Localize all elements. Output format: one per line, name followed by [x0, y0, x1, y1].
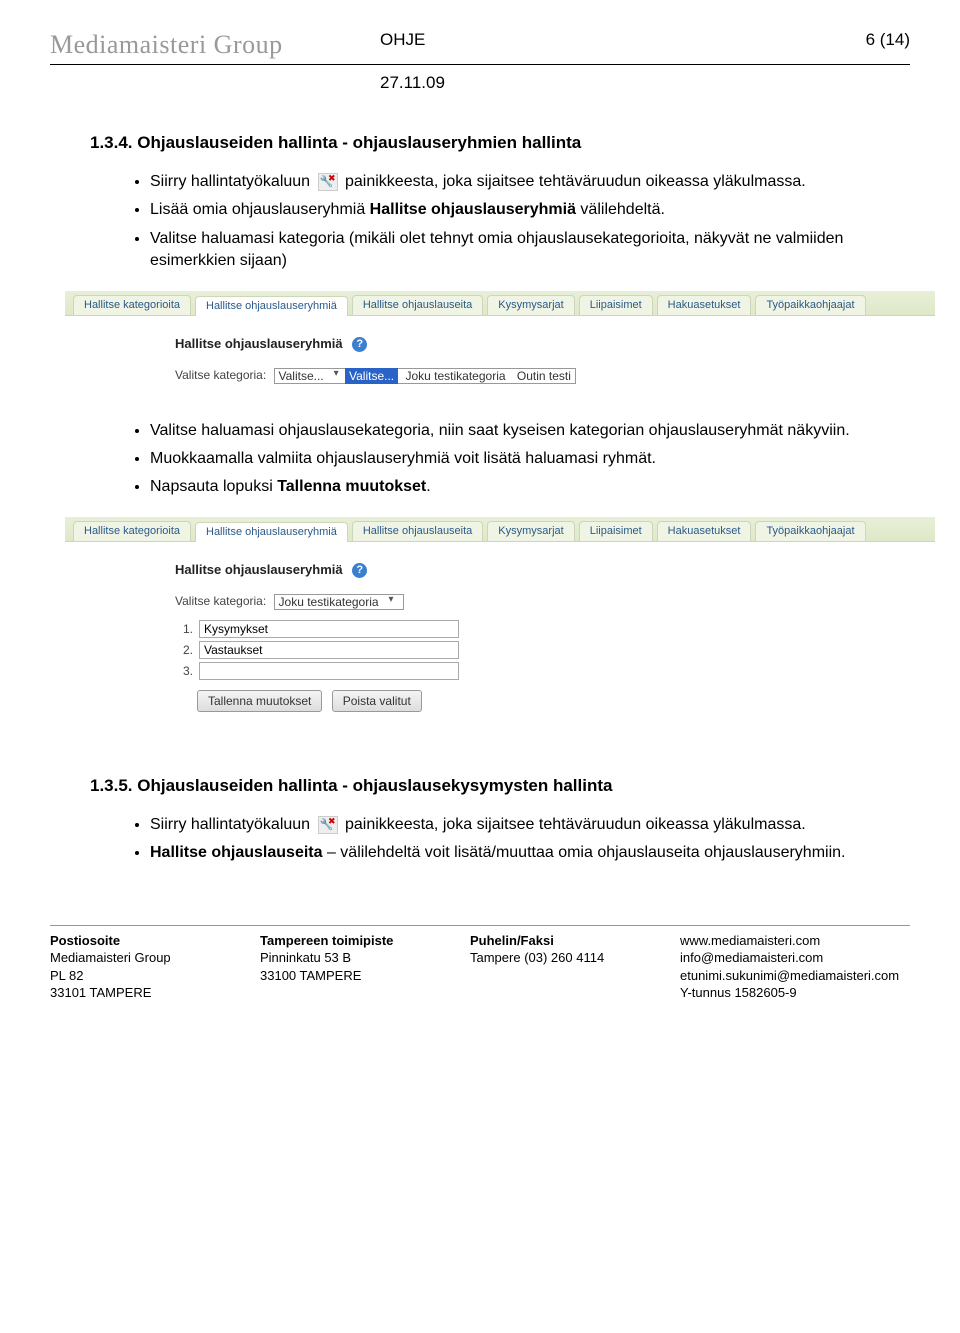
admin-tool-icon: [318, 816, 338, 834]
list-item: 2.: [175, 641, 935, 659]
delete-selected-button[interactable]: Poista valitut: [332, 690, 422, 712]
logo-text: Mediamaisteri Group: [50, 30, 380, 60]
select-option-joku[interactable]: Joku testikategoria: [401, 368, 509, 384]
section-1-3-5-title: 1.3.5. Ohjauslauseiden hallinta - ohjaus…: [90, 776, 910, 796]
tab-triggers[interactable]: Liipaisimet: [579, 295, 653, 315]
section-1-3-4-title: 1.3.4. Ohjauslauseiden hallinta - ohjaus…: [90, 133, 910, 153]
bullet-pick-category: Valitse haluamasi ohjauslausekategoria, …: [150, 420, 870, 442]
tabbar-2: Hallitse kategorioita Hallitse ohjauslau…: [65, 517, 935, 542]
footer-postaddr-2: PL 82: [50, 967, 220, 985]
help-icon[interactable]: ?: [352, 337, 367, 352]
tab-searchsettings[interactable]: Hakuasetukset: [657, 295, 752, 315]
tab-categories[interactable]: Hallitse kategorioita: [73, 295, 191, 315]
list-item: 3.: [175, 662, 935, 680]
bullet-edit-groups: Muokkaamalla valmiita ohjauslauseryhmiä …: [150, 448, 870, 470]
tab-supervisors[interactable]: Työpaikkaohjaajat: [755, 521, 865, 541]
select-option-outin[interactable]: Outin testi: [513, 368, 575, 384]
group-list: 1. 2. 3.: [175, 620, 935, 680]
bullet-goto-admin-2: Siirry hallintatyökaluun painikkeesta, j…: [150, 814, 870, 836]
footer-postaddr-1: Mediamaisteri Group: [50, 949, 220, 967]
select-current-2[interactable]: Joku testikategoria: [275, 594, 397, 610]
tab-questionsets[interactable]: Kysymysarjat: [487, 521, 574, 541]
tab-questionsets[interactable]: Kysymysarjat: [487, 295, 574, 315]
header-divider: [50, 64, 910, 65]
mid-bullets: Valitse haluamasi ohjauslausekategoria, …: [130, 420, 870, 499]
select-option-valitse[interactable]: Valitse...: [345, 368, 398, 384]
footer-info: info@mediamaisteri.com: [680, 949, 920, 967]
save-button[interactable]: Tallenna muutokset: [197, 690, 322, 712]
row-number: 2.: [175, 643, 193, 657]
doc-type: OHJE: [380, 30, 866, 50]
tabbar: Hallitse kategorioita Hallitse ohjauslau…: [65, 291, 935, 316]
tab-triggers[interactable]: Liipaisimet: [579, 521, 653, 541]
category-label: Valitse kategoria:: [175, 368, 266, 382]
footer-phone-1: Tampere (03) 260 4114: [470, 949, 640, 967]
footer-www: www.mediamaisteri.com: [680, 932, 920, 950]
screenshot-1: Hallitse kategorioita Hallitse ohjauslau…: [65, 291, 935, 400]
screenshot-2: Hallitse kategorioita Hallitse ohjauslau…: [65, 517, 935, 726]
bullet-add-groups: Lisää omia ohjauslauseryhmiä Hallitse oh…: [150, 199, 870, 221]
category-label-2: Valitse kategoria:: [175, 594, 266, 608]
section-1-3-5-bullets: Siirry hallintatyökaluun painikkeesta, j…: [130, 814, 870, 865]
group-input-2[interactable]: [199, 641, 459, 659]
admin-tool-icon: [318, 173, 338, 191]
group-input-3[interactable]: [199, 662, 459, 680]
footer-postaddr-h: Postiosoite: [50, 932, 220, 950]
panel-title: Hallitse ohjauslauseryhmiä ?: [175, 336, 935, 352]
category-select[interactable]: Valitse... Valitse... Joku testikategori…: [274, 368, 576, 384]
footer-email: etunimi.sukunimi@mediamaisteri.com: [680, 967, 920, 985]
doc-date: 27.11.09: [380, 73, 910, 93]
footer-office-1: Pinninkatu 53 B: [260, 949, 430, 967]
category-select-2[interactable]: Joku testikategoria: [274, 594, 404, 610]
footer-office-h: Tampereen toimipiste: [260, 932, 430, 950]
tab-groups[interactable]: Hallitse ohjauslauseryhmiä: [195, 296, 348, 316]
group-input-1[interactable]: [199, 620, 459, 638]
tab-supervisors[interactable]: Työpaikkaohjaajat: [755, 295, 865, 315]
help-icon[interactable]: ?: [352, 563, 367, 578]
row-number: 3.: [175, 664, 193, 678]
page-number: 6 (14): [866, 30, 910, 50]
page-header: Mediamaisteri Group OHJE 6 (14): [50, 30, 910, 60]
bullet-goto-admin: Siirry hallintatyökaluun painikkeesta, j…: [150, 171, 870, 193]
row-number: 1.: [175, 622, 193, 636]
list-item: 1.: [175, 620, 935, 638]
footer-phone-h: Puhelin/Faksi: [470, 932, 640, 950]
bullet-select-category: Valitse haluamasi kategoria (mikäli olet…: [150, 228, 870, 273]
footer-postaddr-3: 33101 TAMPERE: [50, 984, 220, 1002]
footer-office-2: 33100 TAMPERE: [260, 967, 430, 985]
tab-searchsettings[interactable]: Hakuasetukset: [657, 521, 752, 541]
tab-statements[interactable]: Hallitse ohjauslauseita: [352, 295, 483, 315]
footer-ytunnus: Y-tunnus 1582605-9: [680, 984, 920, 1002]
panel-title-2: Hallitse ohjauslauseryhmiä ?: [175, 562, 935, 578]
select-dropdown: Valitse... Joku testikategoria Outin tes…: [345, 368, 575, 383]
tab-categories[interactable]: Hallitse kategorioita: [73, 521, 191, 541]
tab-groups[interactable]: Hallitse ohjauslauseryhmiä: [195, 522, 348, 542]
tab-statements[interactable]: Hallitse ohjauslauseita: [352, 521, 483, 541]
bullet-manage-statements: Hallitse ohjauslauseita – välilehdeltä v…: [150, 842, 870, 864]
select-current[interactable]: Valitse...: [275, 368, 342, 384]
section-1-3-4-bullets: Siirry hallintatyökaluun painikkeesta, j…: [130, 171, 870, 273]
page-footer: Postiosoite Mediamaisteri Group PL 82 33…: [50, 925, 910, 1002]
bullet-save: Napsauta lopuksi Tallenna muutokset.: [150, 476, 870, 498]
